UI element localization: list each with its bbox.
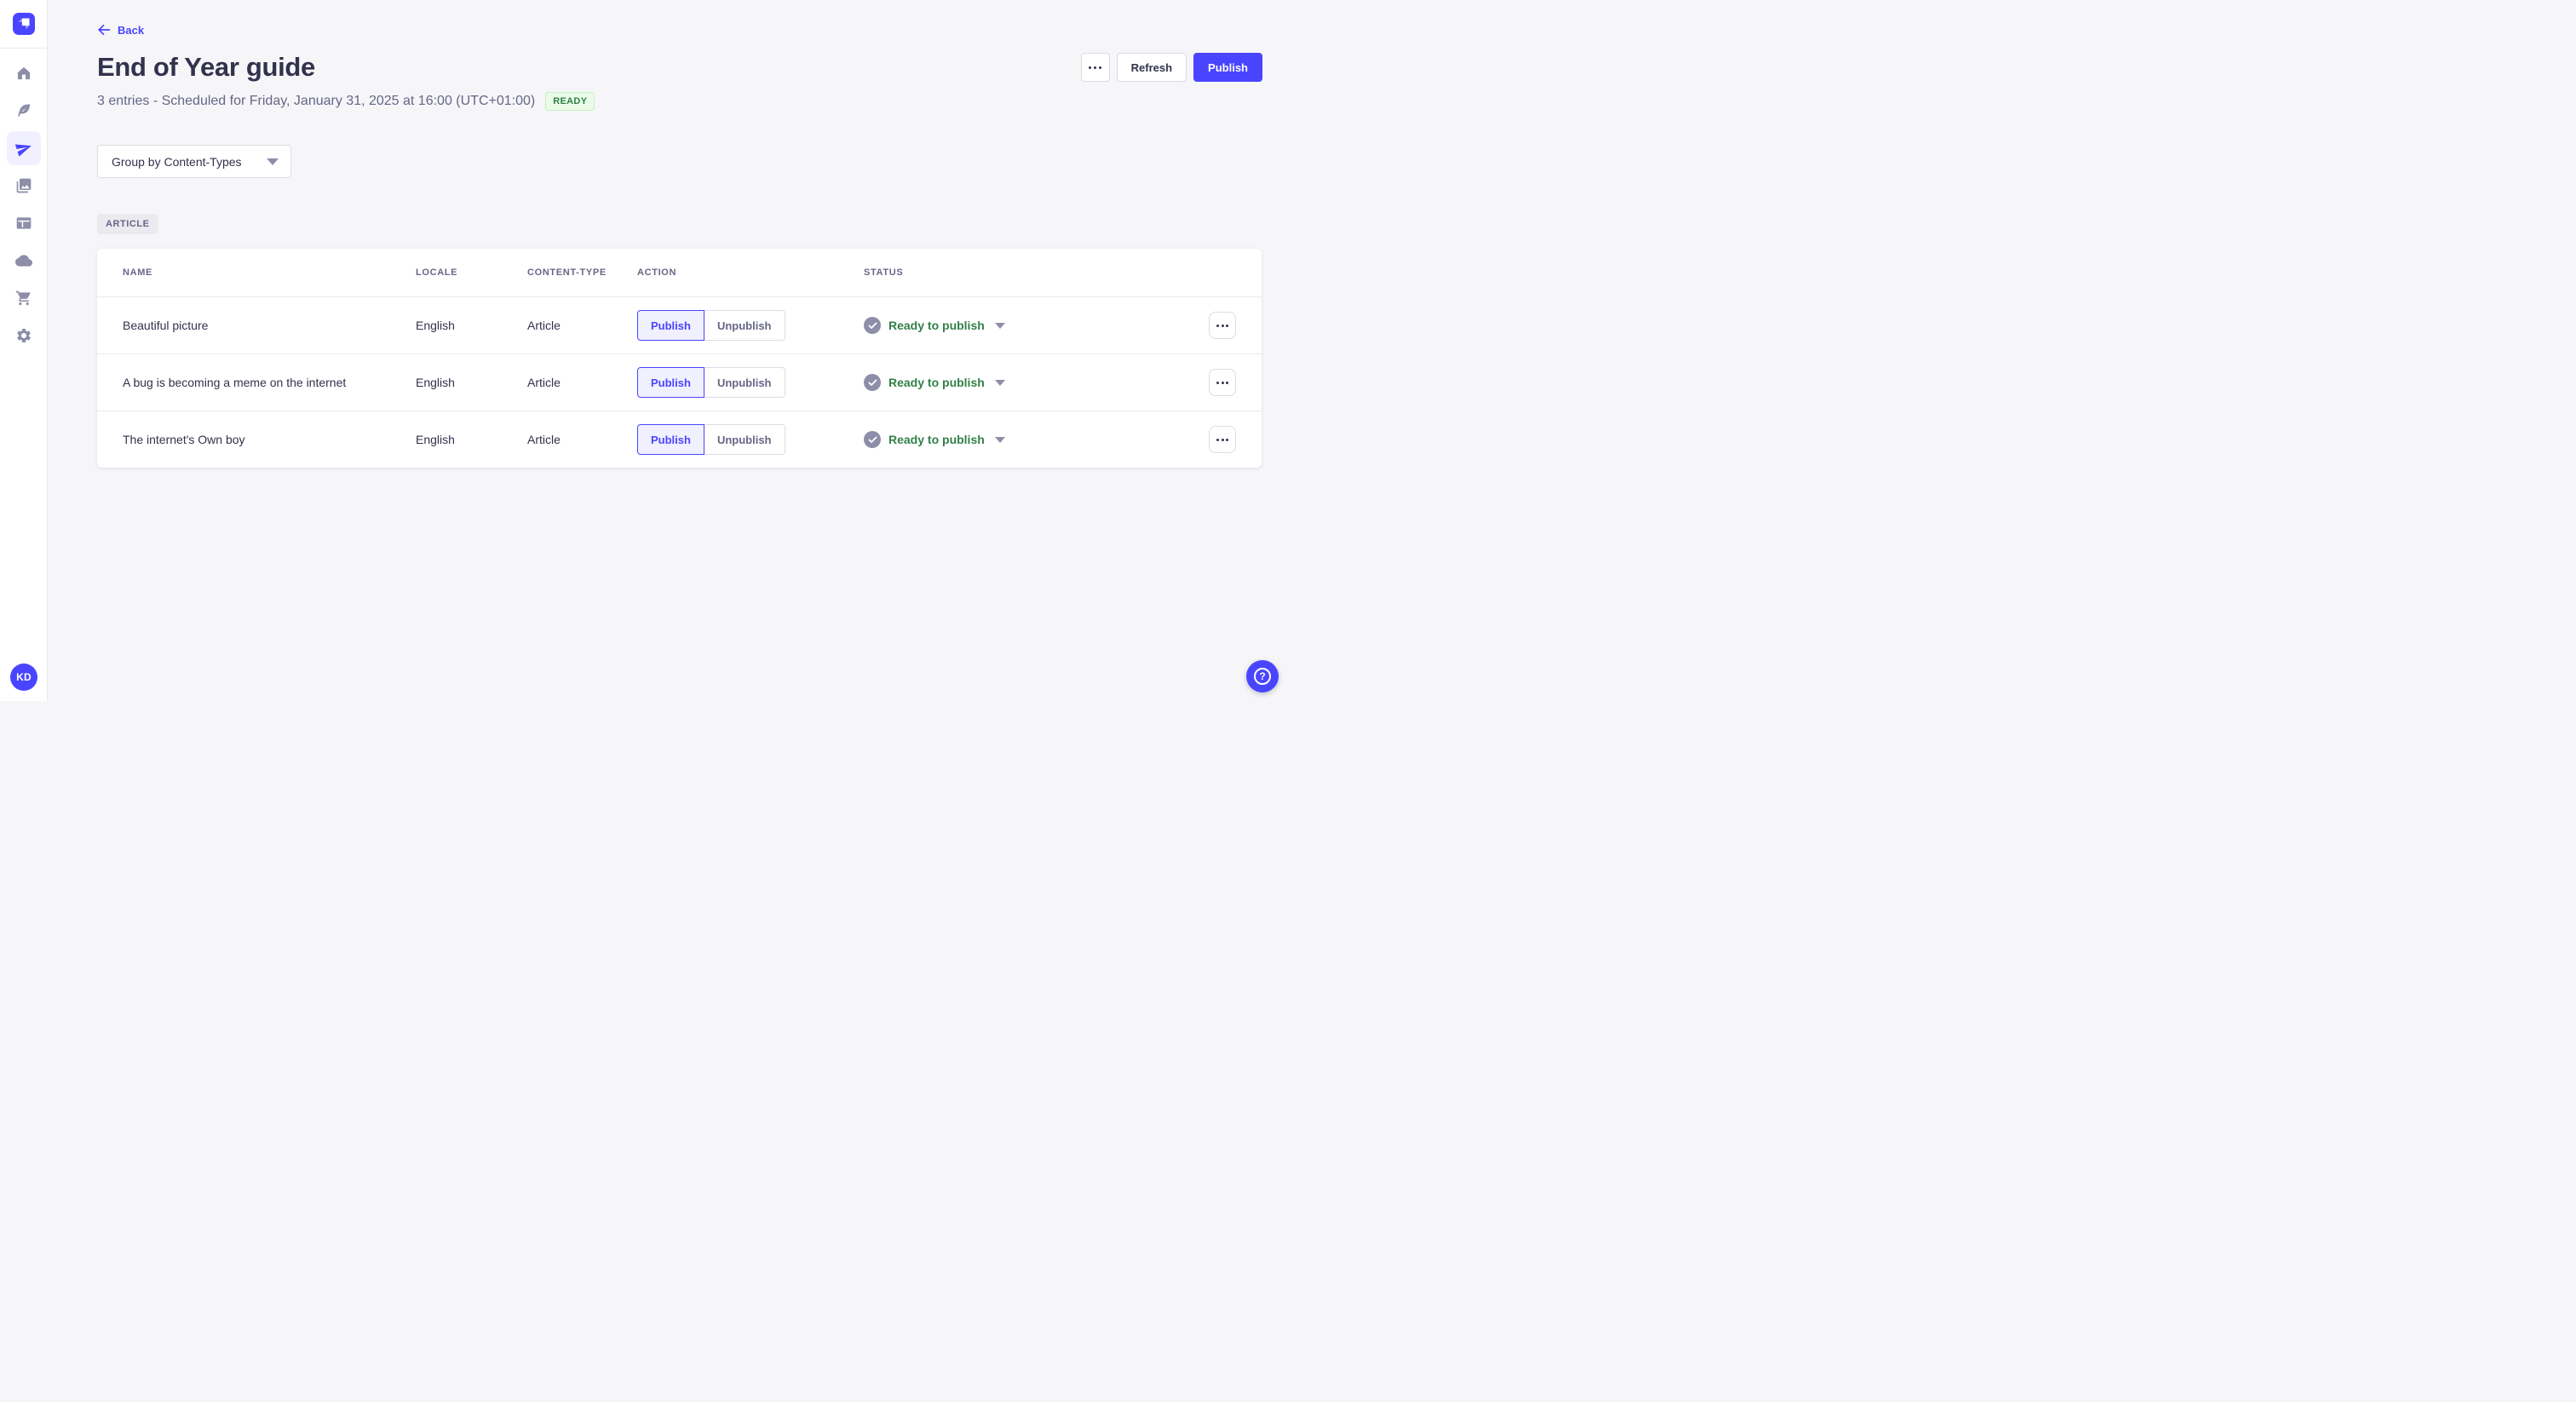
sidebar-item-marketplace[interactable] bbox=[7, 281, 41, 315]
more-icon bbox=[1215, 438, 1229, 441]
sidebar-item-deploy[interactable] bbox=[7, 244, 41, 278]
status-dropdown[interactable]: Ready to publish bbox=[864, 317, 1005, 334]
gear-icon bbox=[16, 329, 31, 342]
publish-toggle[interactable]: Publish bbox=[637, 424, 704, 455]
page-title: End of Year guide bbox=[97, 52, 315, 82]
home-icon bbox=[17, 66, 30, 80]
action-toggle: Publish Unpublish bbox=[637, 367, 785, 398]
refresh-button[interactable]: Refresh bbox=[1116, 53, 1187, 82]
more-icon bbox=[1087, 66, 1103, 69]
layout-icon bbox=[16, 217, 31, 229]
avatar[interactable]: KD bbox=[10, 664, 37, 691]
sidebar-item-settings[interactable] bbox=[7, 319, 41, 353]
sidebar-item-content-manager[interactable] bbox=[7, 94, 41, 128]
logo-area bbox=[0, 0, 47, 49]
cart-icon bbox=[15, 290, 30, 306]
header-actions: Refresh Publish bbox=[1080, 53, 1262, 82]
entry-name: A bug is becoming a meme on the internet bbox=[123, 376, 347, 389]
unpublish-toggle[interactable]: Unpublish bbox=[704, 310, 785, 341]
publish-toggle[interactable]: Publish bbox=[637, 310, 704, 341]
chevron-down-icon bbox=[994, 379, 1005, 386]
table-header-row: NAME LOCALE CONTENT-TYPE ACTION STATUS bbox=[97, 249, 1262, 296]
sidebar-item-home[interactable] bbox=[7, 56, 41, 90]
strapi-logo-icon bbox=[18, 18, 29, 30]
column-header-action: ACTION bbox=[637, 267, 677, 278]
main-content: Back End of Year guide Refresh Publish 3… bbox=[48, 0, 1288, 701]
images-icon bbox=[16, 178, 31, 193]
entry-locale: English bbox=[416, 319, 455, 332]
help-button[interactable]: ? bbox=[1246, 660, 1279, 692]
app-root: KD Back End of Year guide Refresh Publis… bbox=[0, 0, 1288, 701]
group-by-select[interactable]: Group by Content-Types bbox=[97, 145, 291, 178]
question-mark-icon: ? bbox=[1254, 668, 1271, 685]
table-row[interactable]: The internet's Own boy English Article P… bbox=[97, 411, 1262, 468]
chevron-down-icon bbox=[994, 436, 1005, 443]
back-label: Back bbox=[118, 23, 145, 37]
row-more-button[interactable] bbox=[1209, 312, 1236, 339]
chevron-down-icon bbox=[994, 322, 1005, 329]
back-link[interactable]: Back bbox=[97, 23, 144, 37]
action-toggle: Publish Unpublish bbox=[637, 424, 785, 455]
entry-locale: English bbox=[416, 376, 455, 389]
feather-icon bbox=[17, 104, 30, 117]
publish-toggle[interactable]: Publish bbox=[637, 367, 704, 398]
entry-content-type: Article bbox=[527, 433, 561, 446]
action-toggle: Publish Unpublish bbox=[637, 310, 785, 341]
entry-locale: English bbox=[416, 433, 455, 446]
status-dropdown[interactable]: Ready to publish bbox=[864, 374, 1005, 391]
sidebar-item-releases[interactable] bbox=[6, 131, 41, 165]
cloud-icon bbox=[14, 255, 32, 267]
back-arrow-icon bbox=[98, 24, 111, 36]
entry-content-type: Article bbox=[527, 319, 561, 332]
group-by-label: Group by Content-Types bbox=[112, 154, 242, 169]
table-row[interactable]: Beautiful picture English Article Publis… bbox=[97, 296, 1262, 353]
publish-release-button[interactable]: Publish bbox=[1193, 53, 1262, 82]
unpublish-toggle[interactable]: Unpublish bbox=[704, 367, 785, 398]
check-icon bbox=[864, 431, 881, 448]
entry-name: The internet's Own boy bbox=[123, 433, 245, 446]
sidebar-nav bbox=[6, 56, 41, 356]
unpublish-toggle[interactable]: Unpublish bbox=[704, 424, 785, 455]
status-badge: READY bbox=[545, 92, 595, 111]
status-label: Ready to publish bbox=[888, 376, 985, 389]
release-more-button[interactable] bbox=[1080, 53, 1110, 82]
column-header-status: STATUS bbox=[864, 267, 904, 278]
content-type-group-badge: ARTICLE bbox=[97, 214, 158, 234]
check-icon bbox=[864, 374, 881, 391]
paper-plane-icon bbox=[14, 144, 32, 157]
check-icon bbox=[864, 317, 881, 334]
entry-name: Beautiful picture bbox=[123, 319, 209, 332]
sidebar-item-media-library[interactable] bbox=[7, 169, 41, 203]
status-dropdown[interactable]: Ready to publish bbox=[864, 431, 1005, 448]
entries-table: NAME LOCALE CONTENT-TYPE ACTION STATUS B… bbox=[97, 249, 1262, 468]
row-more-button[interactable] bbox=[1209, 426, 1236, 453]
release-meta: 3 entries - Scheduled for Friday, Januar… bbox=[97, 94, 536, 108]
row-more-button[interactable] bbox=[1209, 369, 1236, 396]
more-icon bbox=[1215, 381, 1229, 384]
sidebar: KD bbox=[0, 0, 48, 701]
status-label: Ready to publish bbox=[888, 319, 985, 332]
status-label: Ready to publish bbox=[888, 433, 985, 446]
column-header-name: NAME bbox=[123, 267, 153, 278]
chevron-down-icon bbox=[267, 158, 279, 165]
column-header-content-type: CONTENT-TYPE bbox=[527, 267, 607, 278]
title-row: End of Year guide Refresh Publish bbox=[97, 52, 1262, 83]
table-row[interactable]: A bug is becoming a meme on the internet… bbox=[97, 353, 1262, 411]
sidebar-item-content-type-builder[interactable] bbox=[7, 206, 41, 240]
column-header-locale: LOCALE bbox=[416, 267, 458, 278]
strapi-logo[interactable] bbox=[12, 13, 35, 35]
more-icon bbox=[1215, 324, 1229, 327]
subtitle-row: 3 entries - Scheduled for Friday, Januar… bbox=[97, 92, 1262, 111]
entry-content-type: Article bbox=[527, 376, 561, 389]
